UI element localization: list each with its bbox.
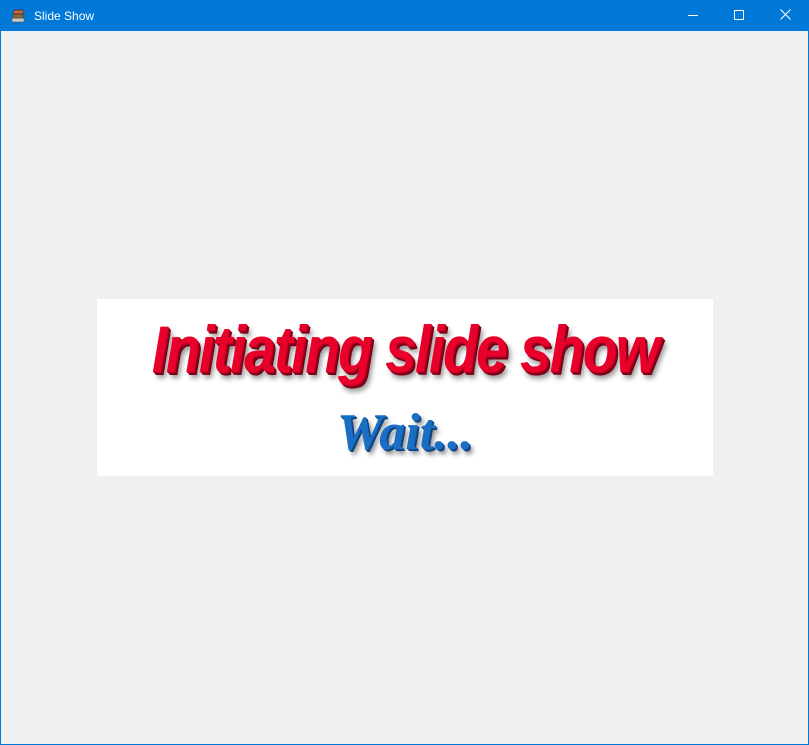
maximize-icon — [734, 7, 744, 25]
banner-subtitle: Wait... — [336, 404, 474, 461]
close-button[interactable] — [762, 1, 808, 31]
maximize-button[interactable] — [716, 1, 762, 31]
banner-title: Initiating slide show — [151, 312, 660, 386]
window-title: Slide Show — [34, 9, 95, 23]
title-bar[interactable]: Slide Show — [1, 1, 808, 31]
books-icon[interactable] — [11, 9, 25, 23]
client-area: Initiating slide show Wait... — [1, 31, 808, 744]
minimize-button[interactable] — [670, 1, 716, 31]
slide-show-window: Slide Show Initiating slide show Wait... — [0, 0, 809, 745]
close-icon — [779, 7, 791, 25]
loading-banner: Initiating slide show Wait... — [97, 299, 713, 476]
minimize-icon — [688, 7, 698, 25]
